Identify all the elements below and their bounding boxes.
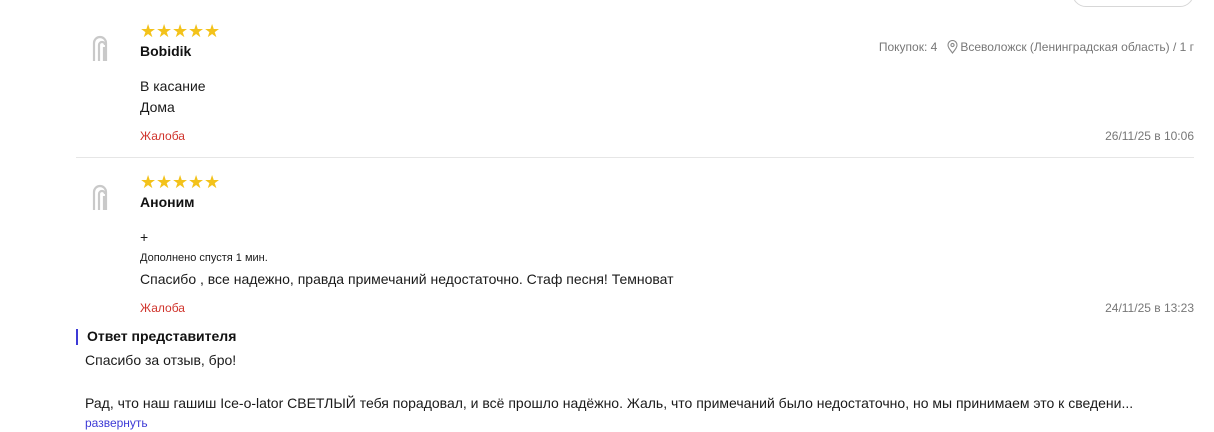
review-date: 24/11/25 в 13:23 <box>1105 301 1194 315</box>
star-icon: ★ <box>140 21 157 41</box>
star-icon: ★ <box>156 21 173 41</box>
rating-stars: ★ ★ ★ ★ ★ <box>140 21 221 41</box>
reply-text-line: Рад, что наш гашиш Ice-o-lator СВЕТЛЫЙ т… <box>85 395 1134 411</box>
star-icon: ★ <box>204 172 221 192</box>
review-location: Всеволожск (Ленинградская область) / 1 г <box>960 40 1194 54</box>
star-icon: ★ <box>188 172 205 192</box>
star-icon: ★ <box>172 21 189 41</box>
avatar-placeholder-icon <box>90 33 114 65</box>
addendum-text: Спасибо , все надежно, правда примечаний… <box>140 271 674 287</box>
complaint-link[interactable]: Жалоба <box>140 301 185 315</box>
divider <box>76 157 1194 158</box>
review-date: 26/11/25 в 10:06 <box>1105 129 1194 143</box>
star-icon: ★ <box>140 172 157 192</box>
review-author: Аноним <box>140 194 195 210</box>
purchases-count: Покупок: 4 <box>878 40 938 54</box>
review-meta: Покупок: 4 Всеволожск (Ленинградская обл… <box>879 40 1194 54</box>
complaint-link[interactable]: Жалоба <box>140 129 185 143</box>
review-text-line: + <box>140 229 149 245</box>
reply-text-line: Спасибо за отзыв, бро! <box>85 352 237 368</box>
top-action-button[interactable] <box>1072 0 1194 7</box>
star-icon: ★ <box>188 21 205 41</box>
expand-link[interactable]: развернуть <box>85 416 148 430</box>
review-author: Bobidik <box>140 43 192 59</box>
star-icon: ★ <box>156 172 173 192</box>
addendum-note: Дополнено спустя 1 мин. <box>140 252 268 264</box>
review-text-line: Дома <box>140 99 175 115</box>
star-icon: ★ <box>172 172 189 192</box>
star-icon: ★ <box>204 21 221 41</box>
rating-stars: ★ ★ ★ ★ ★ <box>140 172 221 192</box>
review-text-line: В касание <box>140 78 206 94</box>
location-pin-icon <box>947 40 958 54</box>
reply-accent-bar <box>76 329 78 345</box>
avatar-placeholder-icon <box>90 182 114 214</box>
reply-title: Ответ представителя <box>87 328 237 344</box>
